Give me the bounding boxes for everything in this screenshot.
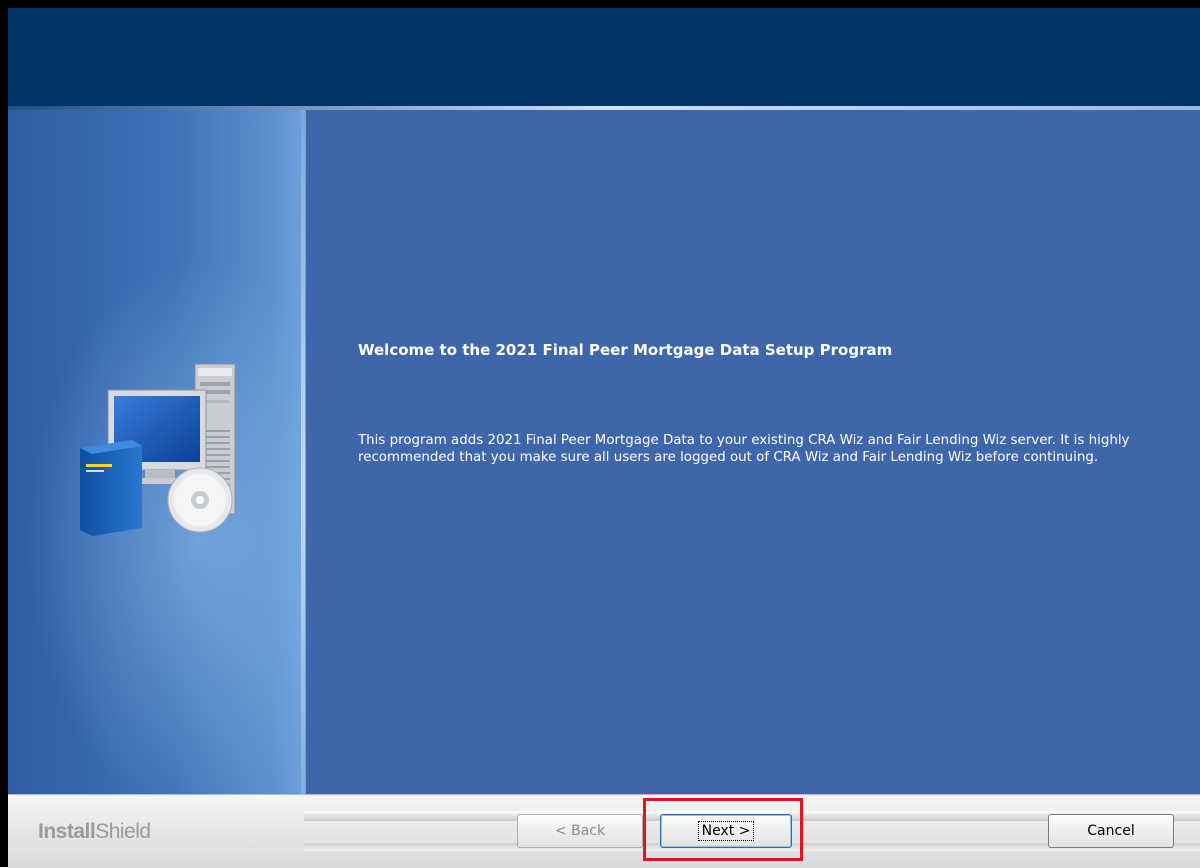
- computer-with-cd-icon: [80, 363, 236, 536]
- welcome-description: This program adds 2021 Final Peer Mortga…: [358, 433, 1130, 465]
- brand-part-shield: Shield: [95, 820, 151, 843]
- cancel-button[interactable]: Cancel: [1048, 814, 1174, 848]
- side-panel-separator: [301, 110, 305, 794]
- back-button-label: < Back: [554, 823, 606, 839]
- installshield-logo: InstallShield: [38, 820, 151, 844]
- back-button[interactable]: < Back: [517, 814, 643, 848]
- brand-part-install: Install: [38, 820, 96, 843]
- wizard-header-banner: [8, 8, 1200, 110]
- next-button[interactable]: Next >: [660, 814, 792, 848]
- welcome-title: Welcome to the 2021 Final Peer Mortgage …: [358, 341, 893, 359]
- side-graphic-panel: [8, 110, 306, 794]
- next-button-label: Next >: [697, 821, 755, 841]
- setup-wizard-window: Welcome to the 2021 Final Peer Mortgage …: [0, 0, 1200, 868]
- cancel-button-label: Cancel: [1087, 823, 1135, 839]
